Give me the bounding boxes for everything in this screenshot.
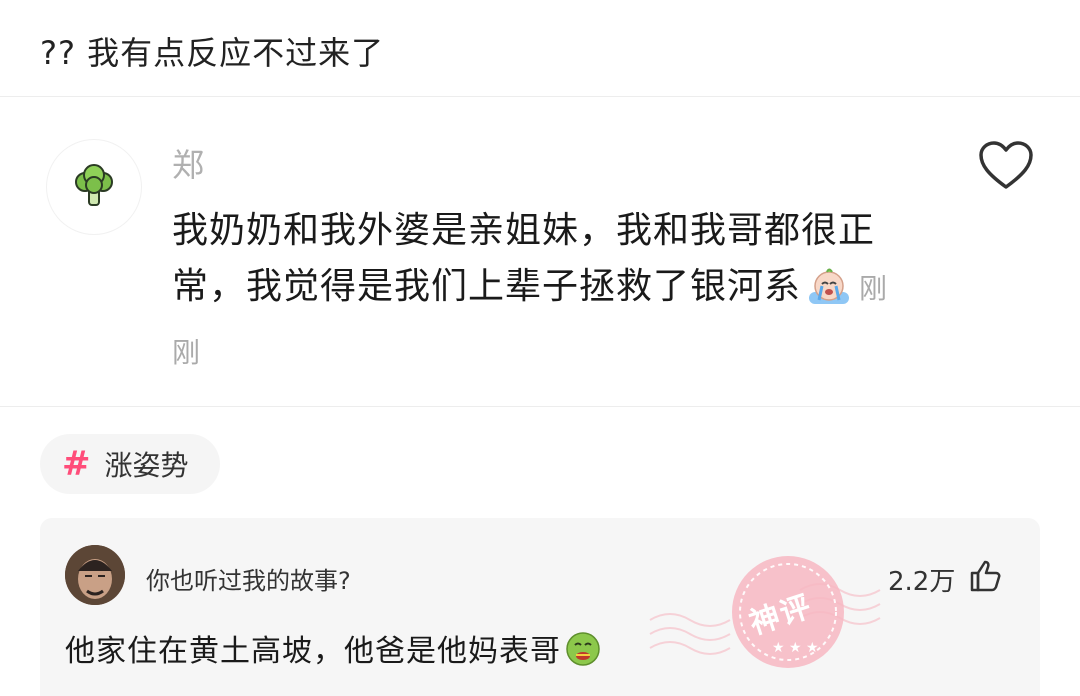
comment-text-block: 他家住在黄土高坡，他爸是他妈表哥 [65,626,601,675]
quote-avatar[interactable] [47,140,141,234]
comment-like-count: 2.2万 [888,567,956,597]
post-title: ?? 我有点反应不过来了 [40,34,385,72]
commenter-avatar[interactable] [65,545,125,605]
svg-text:★ ★ ★: ★ ★ ★ [772,640,819,656]
comment-text: 他家住在黄土高坡，他爸是他妈表哥 [65,634,561,669]
thumbs-up-icon[interactable] [968,558,1004,594]
broccoli-icon [75,164,113,206]
quote-text: 我奶奶和我外婆是亲姐妹，我和我哥都很正常，我觉得是我们上辈子拯救了银河系 [172,210,876,307]
hashtag-icon: # [62,444,91,484]
page: ?? 我有点反应不过来了 郑 我奶奶和我外婆是亲姐妹，我和我哥都很正常，我觉得是… [0,0,1080,696]
quote-author-name[interactable]: 郑 [172,140,204,186]
commenter-username[interactable]: 你也听过我的故事? [146,561,351,596]
topic-tag-label: 涨姿势 [104,449,189,482]
heart-outline-icon[interactable] [978,140,1034,192]
crying-emoji-icon [805,266,853,323]
nauseated-face-emoji-icon [565,631,601,675]
topic-tag[interactable]: # 涨姿势 [40,434,220,494]
quote-text-block: 我奶奶和我外婆是亲姐妹，我和我哥都很正常，我觉得是我们上辈子拯救了银河系 刚刚 [172,203,902,381]
